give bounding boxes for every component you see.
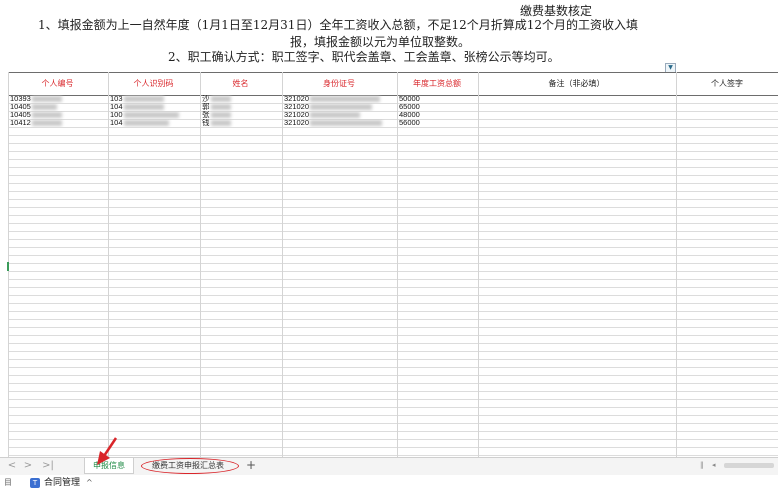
cell-id-card: 321020 [284,119,310,127]
cell-id-card: 321020 [284,95,310,103]
empty-row[interactable] [8,447,778,456]
prev-sheet-icon[interactable]: < [6,460,18,472]
cell-name: 郭 [202,103,210,111]
spreadsheet-area[interactable]: 缴费基数核定 1、填报金额为上一自然年度（1月1日至12月31日）全年工资收入总… [0,0,778,457]
status-bar: 目 T 合同管理 ^ [0,475,778,491]
row-marker [7,262,9,271]
cell-name: 钱 [202,119,210,127]
header-annual-salary[interactable]: 年度工资总额 [397,73,477,95]
header-remarks[interactable]: 备注（非必填） [478,73,675,95]
header-personal-code[interactable]: 个人识别码 [108,73,199,95]
contract-icon[interactable]: T [30,478,40,488]
tab-declaration-info[interactable]: 申报信息 [84,458,134,474]
add-sheet-button[interactable]: + [244,458,258,473]
cell-annual-salary[interactable]: 56000 [399,119,477,127]
grid-line [108,72,109,457]
cell-id-card: 321020 [284,111,310,119]
contract-management-label[interactable]: 合同管理 [44,477,80,489]
header-name[interactable]: 姓名 [200,73,281,95]
cell-annual-salary[interactable]: 50000 [399,95,477,103]
horizontal-scrollbar[interactable]: ‖ ◂ [700,461,774,470]
grid-line [282,72,283,457]
cell-personal-code: 104 [110,103,123,111]
scroll-left-icon[interactable]: ◂ [712,461,716,470]
notes-line-1: 1、填报金额为上一自然年度（1月1日至12月31日）全年工资收入总额，不足12个… [38,18,638,32]
cell-personal-number: 10405 [10,111,31,119]
cell-annual-salary[interactable]: 48000 [399,111,477,119]
sheet-tab-bar: < > >| 申报信息 缴费工资申报汇总表 + ‖ ◂ [0,457,778,475]
scroll-grip-icon: ‖ [700,461,704,469]
header-id-card[interactable]: 身份证号 [282,73,396,95]
next-sheet-icon[interactable]: > [22,460,34,472]
cell-personal-number: 10412 [10,119,31,127]
cell-annual-salary[interactable]: 65000 [399,103,477,111]
header-signature[interactable]: 个人签字 [676,73,778,95]
cell-personal-number: 10405 [10,103,31,111]
scroll-thumb[interactable] [724,463,774,468]
table-body: 10393 103 沙 321020 50000 10405 104 郭 321… [8,95,778,457]
status-left-text: 目 [4,478,12,487]
cell-name: 沙 [202,95,210,103]
table-header-row: 个人编号 个人识别码 姓名 身份证号 年度工资总额 备注（非必填） 个人签字 [8,72,778,96]
cell-personal-code: 100 [110,111,123,119]
cell-personal-code: 103 [110,95,123,103]
chevron-up-icon[interactable]: ^ [86,477,93,489]
cell-id-card: 321020 [284,103,310,111]
last-sheet-icon[interactable]: >| [40,460,56,472]
header-personal-number[interactable]: 个人编号 [8,73,107,95]
tab-salary-summary[interactable]: 缴费工资申报汇总表 [140,458,236,473]
cell-personal-number: 10393 [10,95,31,103]
notes-line-3: 2、职工确认方式：职工签字、职代会盖章、工会盖章、张榜公示等均可。 [168,50,560,64]
grid-line [478,72,479,457]
cell-name: 张 [202,111,210,119]
grid-line [397,72,398,457]
grid-line [200,72,201,457]
grid-line [676,72,677,457]
cell-personal-code: 104 [110,119,123,127]
